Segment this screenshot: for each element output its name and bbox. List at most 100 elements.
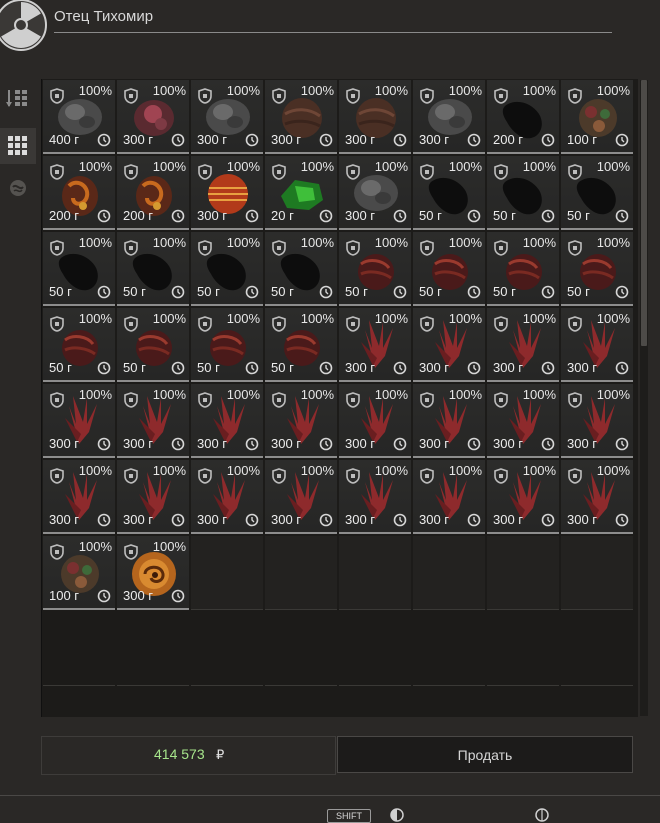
inventory-slot[interactable]: 100% 50 г [265,232,337,306]
item-weight: 300 г [123,436,154,451]
item-condition: 100% [226,311,260,326]
empty-inventory-slot[interactable] [339,612,411,686]
inventory-slot[interactable]: 100% 100 г [43,536,115,610]
clock-icon [97,437,111,451]
shield-icon [124,468,138,484]
empty-inventory-slot[interactable] [339,536,411,610]
empty-inventory-slot[interactable] [561,536,633,610]
empty-inventory-slot[interactable] [487,612,559,686]
empty-inventory-slot[interactable] [561,688,633,717]
inventory-slot[interactable]: 100% 400 г [43,80,115,154]
inventory-slot[interactable]: 100% 300 г [339,460,411,534]
inventory-slot[interactable]: 100% 300 г [191,80,263,154]
inventory-slot[interactable]: 100% 50 г [43,232,115,306]
shield-icon [420,240,434,256]
inventory-slot[interactable]: 100% 50 г [117,232,189,306]
empty-inventory-slot[interactable] [413,612,485,686]
inventory-slot[interactable]: 100% 300 г [117,536,189,610]
item-condition: 100% [300,463,334,478]
sorted-list-tab[interactable] [0,80,36,116]
item-weight: 50 г [271,284,294,299]
radiation-icon [0,0,47,51]
inventory-slot[interactable]: 100% 50 г [487,232,559,306]
inventory-slot[interactable]: 100% 300 г [117,384,189,458]
inventory-slot[interactable]: 100% 50 г [265,308,337,382]
inventory-slot[interactable]: 100% 300 г [43,460,115,534]
inventory-slot[interactable]: 100% 300 г [339,308,411,382]
empty-inventory-slot[interactable] [339,688,411,717]
inventory-slot[interactable]: 100% 100 г [561,80,633,154]
item-condition: 100% [374,159,408,174]
inventory-slot[interactable]: 100% 300 г [117,460,189,534]
empty-inventory-slot[interactable] [191,688,263,717]
empty-inventory-slot[interactable] [191,536,263,610]
inventory-slot[interactable]: 100% 300 г [265,460,337,534]
empty-inventory-slot[interactable] [191,612,263,686]
item-weight: 50 г [271,360,294,375]
inventory-slot[interactable]: 100% 50 г [413,156,485,230]
inventory-scrollbar[interactable] [640,80,648,716]
inventory-slot[interactable]: 100% 200 г [487,80,559,154]
empty-inventory-slot[interactable] [43,688,115,717]
inventory-slot[interactable]: 100% 50 г [413,232,485,306]
clock-icon [245,209,259,223]
empty-inventory-slot[interactable] [265,688,337,717]
inventory-slot[interactable]: 100% 300 г [413,460,485,534]
inventory-slot[interactable]: 100% 300 г [561,384,633,458]
artifact-filter-tab[interactable] [0,170,36,206]
inventory-slot[interactable]: 100% 300 г [561,308,633,382]
clock-icon [541,361,555,375]
inventory-slot[interactable]: 100% 300 г [117,80,189,154]
shield-icon [272,392,286,408]
item-weight: 100 г [567,132,598,147]
inventory-slot[interactable]: 100% 50 г [191,308,263,382]
clock-icon [171,285,185,299]
item-condition: 100% [448,235,482,250]
inventory-slot[interactable]: 100% 300 г [413,384,485,458]
empty-inventory-slot[interactable] [265,612,337,686]
empty-inventory-slot[interactable] [487,536,559,610]
inventory-slot[interactable]: 100% 300 г [191,156,263,230]
inventory-slot[interactable]: 100% 300 г [191,384,263,458]
sell-button[interactable]: Продать [337,736,633,773]
clock-icon [171,133,185,147]
inventory-slot[interactable]: 100% 300 г [487,460,559,534]
inventory-slot[interactable]: 100% 300 г [191,460,263,534]
inventory-slot[interactable]: 100% 50 г [117,308,189,382]
clock-icon [467,209,481,223]
empty-inventory-slot[interactable] [487,688,559,717]
inventory-slot[interactable]: 100% 50 г [487,156,559,230]
inventory-slot[interactable]: 100% 300 г [413,308,485,382]
inventory-slot[interactable]: 100% 50 г [561,232,633,306]
item-condition: 100% [78,83,112,98]
inventory-slot[interactable]: 100% 300 г [339,384,411,458]
inventory-slot[interactable]: 100% 300 г [43,384,115,458]
empty-inventory-slot[interactable] [43,612,115,686]
inventory-slot[interactable]: 100% 300 г [487,384,559,458]
inventory-slot[interactable]: 100% 300 г [339,80,411,154]
grid-view-tab[interactable] [0,128,36,164]
inventory-slot[interactable]: 100% 300 г [265,384,337,458]
inventory-slot[interactable]: 100% 300 г [339,156,411,230]
clock-icon [467,361,481,375]
inventory-slot[interactable]: 100% 300 г [413,80,485,154]
shield-icon [420,164,434,180]
inventory-slot[interactable]: 100% 50 г [43,308,115,382]
inventory-slot[interactable]: 100% 50 г [339,232,411,306]
item-condition: 100% [596,235,630,250]
inventory-slot[interactable]: 100% 20 г [265,156,337,230]
inventory-slot[interactable]: 100% 50 г [191,232,263,306]
inventory-slot[interactable]: 100% 50 г [561,156,633,230]
inventory-slot[interactable]: 100% 300 г [487,308,559,382]
empty-inventory-slot[interactable] [413,688,485,717]
inventory-slot[interactable]: 100% 300 г [561,460,633,534]
empty-inventory-slot[interactable] [561,612,633,686]
inventory-slot[interactable]: 100% 300 г [265,80,337,154]
inventory-slot[interactable]: 100% 200 г [43,156,115,230]
empty-inventory-slot[interactable] [265,536,337,610]
inventory-slot[interactable]: 100% 200 г [117,156,189,230]
empty-inventory-slot[interactable] [117,688,189,717]
scrollbar-thumb[interactable] [641,80,647,346]
empty-inventory-slot[interactable] [117,612,189,686]
empty-inventory-slot[interactable] [413,536,485,610]
